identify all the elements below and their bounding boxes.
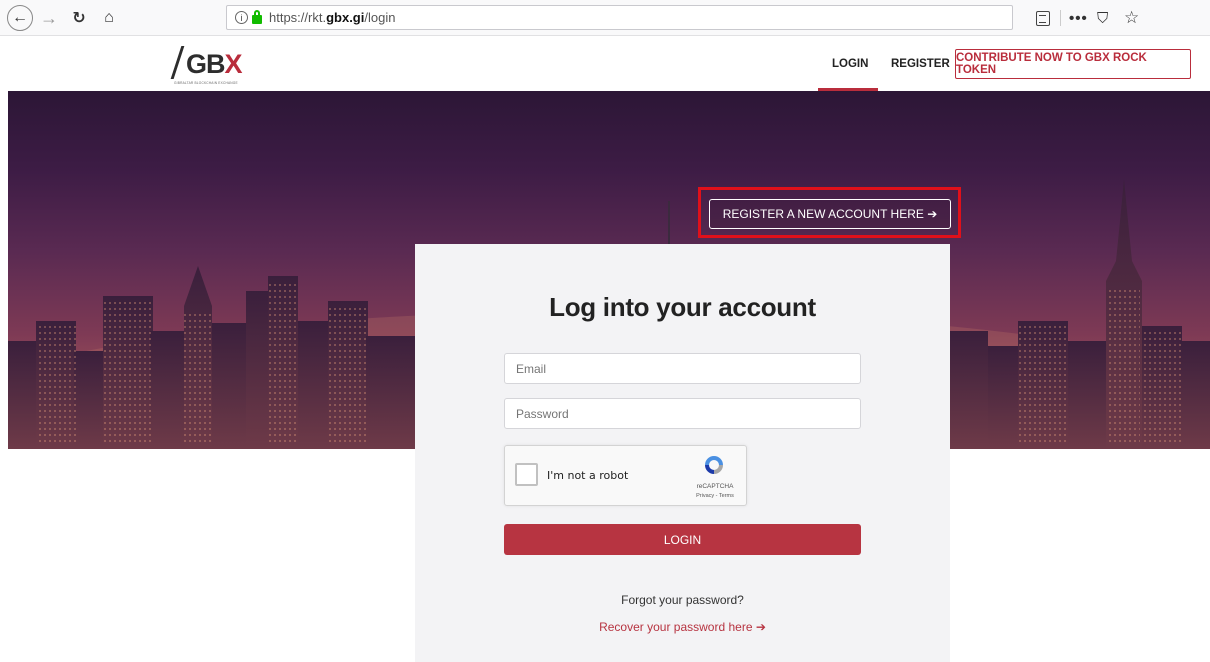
url-text: https://rkt.gbx.gi/login [269, 10, 395, 25]
pocket-icon[interactable]: ⛉ [1097, 5, 1108, 31]
recaptcha-brand: reCAPTCHA [696, 483, 734, 490]
lock-icon [252, 9, 262, 24]
logo-x: X [224, 49, 243, 79]
home-icon[interactable]: ⌂ [98, 5, 120, 31]
forward-icon[interactable]: → [38, 5, 60, 31]
login-card: Log into your account I'm not a robot re… [415, 244, 950, 662]
logo-main: GB [186, 49, 225, 79]
email-field[interactable] [504, 353, 861, 384]
recaptcha-label: I'm not a robot [547, 469, 629, 482]
login-button[interactable]: LOGIN [504, 524, 861, 555]
url-host: gbx.gi [326, 10, 365, 25]
more-actions-icon[interactable]: ••• [1069, 5, 1088, 31]
forgot-password-text: Forgot your password? [621, 593, 744, 607]
url-path: /login [364, 10, 396, 25]
url-prefix: https://rkt. [269, 10, 327, 25]
gbx-logo[interactable]: GBX GIBRALTAR BLOCKCHAIN EXCHANGE [170, 46, 264, 88]
nav-login-link[interactable]: LOGIN [832, 58, 868, 70]
register-new-account-button[interactable]: REGISTER A NEW ACCOUNT HERE ➔ [709, 199, 951, 229]
back-icon[interactable]: ← [7, 5, 33, 31]
reload-icon[interactable]: ↻ [68, 5, 90, 31]
reader-view-icon[interactable] [1036, 11, 1050, 26]
site-info-icon[interactable]: i [235, 11, 248, 24]
logo-wordmark: GBX [186, 49, 243, 80]
recaptcha-icon [705, 456, 723, 474]
browser-toolbar: ← → ↻ ⌂ i https://rkt.gbx.gi/login ••• ⛉… [0, 0, 1210, 36]
contribute-button[interactable]: CONTRIBUTE NOW TO GBX ROCK TOKEN [955, 49, 1191, 79]
logo-subtitle: GIBRALTAR BLOCKCHAIN EXCHANGE [174, 81, 238, 85]
recaptcha-widget: I'm not a robot reCAPTCHA Privacy - Term… [504, 445, 747, 506]
recaptcha-checkbox[interactable] [515, 463, 538, 486]
recaptcha-links[interactable]: Privacy - Terms [691, 493, 739, 499]
login-title: Log into your account [549, 292, 816, 322]
address-bar[interactable]: i https://rkt.gbx.gi/login [226, 5, 1013, 30]
password-field[interactable] [504, 398, 861, 429]
site-header: GBX GIBRALTAR BLOCKCHAIN EXCHANGE LOGIN … [0, 36, 1210, 91]
toolbar-separator [1060, 10, 1061, 26]
bookmark-star-icon[interactable]: ☆ [1124, 5, 1139, 31]
recover-password-link[interactable]: Recover your password here ➔ [415, 620, 950, 634]
nav-register-link[interactable]: REGISTER [891, 58, 950, 70]
